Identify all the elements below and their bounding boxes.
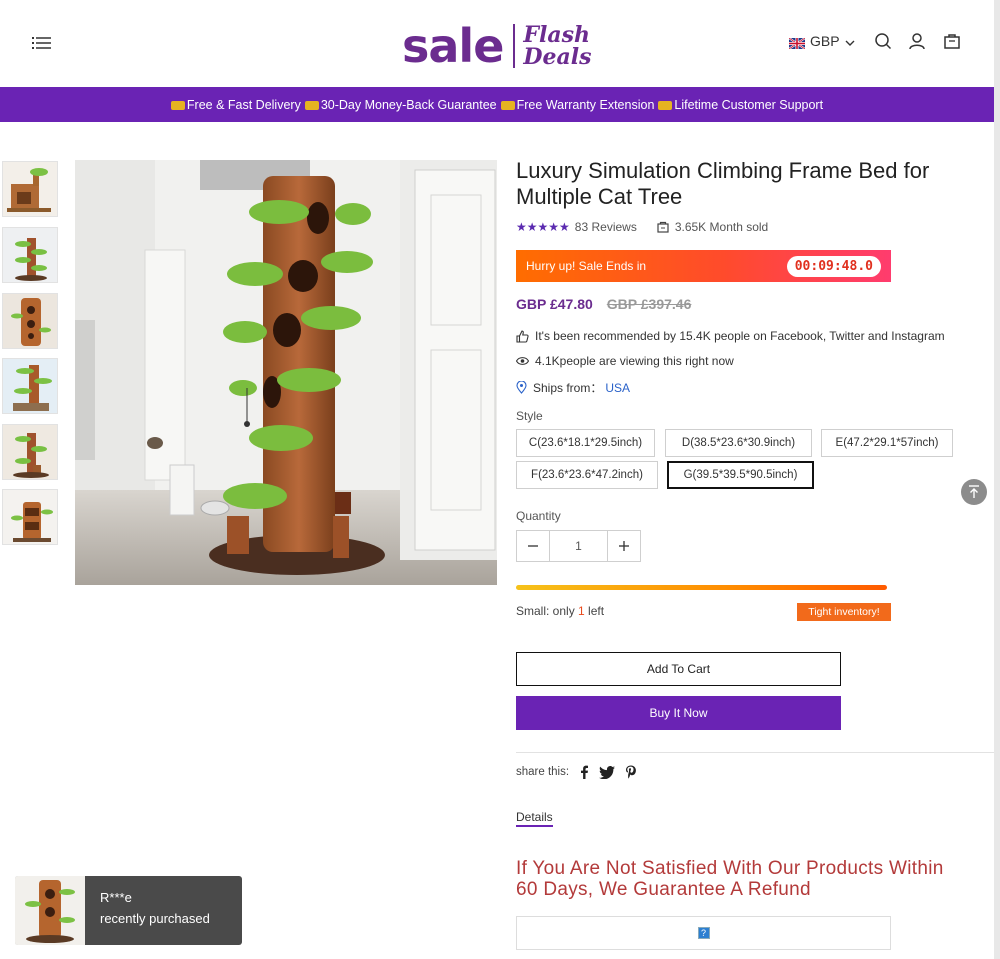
sale-countdown-banner: Hurry up! Sale Ends in 00:09:48.0 xyxy=(516,250,891,282)
sold-text: 3.65K Month sold xyxy=(674,220,769,234)
share-row: share this: xyxy=(516,765,637,779)
style-option-selected[interactable]: G(39.5*39.5*90.5inch) xyxy=(667,461,814,489)
style-option[interactable]: E(47.2*29.1*57inch) xyxy=(821,429,953,457)
style-option[interactable]: C(23.6*18.1*29.5inch) xyxy=(516,429,655,457)
style-option[interactable]: F(23.6*23.6*47.2inch) xyxy=(516,461,658,489)
buy-now-button[interactable]: Buy It Now xyxy=(516,696,841,730)
shop-icon xyxy=(657,221,669,233)
tab-details[interactable]: Details xyxy=(516,810,553,827)
menu-icon[interactable] xyxy=(32,35,52,51)
truck-icon xyxy=(304,100,319,110)
truck-icon xyxy=(500,100,515,110)
logo-flash-text: Flash xyxy=(523,22,591,48)
buyer-name: R***e xyxy=(100,890,132,905)
share-label: share this: xyxy=(516,766,570,778)
ships-from-label: Ships from： xyxy=(533,381,603,395)
style-option[interactable]: D(38.5*23.6*30.9inch) xyxy=(665,429,812,457)
popup-product-image xyxy=(15,876,85,945)
currency-selector[interactable]: GBP xyxy=(788,33,855,50)
tight-inventory-badge: Tight inventory! xyxy=(797,603,891,621)
announcement-item: Free Warranty Extension xyxy=(500,97,655,112)
product-thumbnail[interactable] xyxy=(2,227,58,283)
product-thumbnail[interactable] xyxy=(2,489,58,545)
eye-icon xyxy=(516,357,529,365)
product-thumbnail[interactable] xyxy=(2,358,58,414)
plus-icon[interactable] xyxy=(608,531,640,561)
currency-label: GBP xyxy=(810,33,840,49)
price-row: GBP £47.80 GBP £397.46 xyxy=(516,296,691,312)
guarantee-heading: If You Are Not Satisfied With Our Produc… xyxy=(516,858,944,900)
search-icon[interactable] xyxy=(874,32,892,50)
announcement-item: Free & Fast Delivery xyxy=(170,97,301,112)
facebook-icon[interactable] xyxy=(579,765,589,779)
product-thumbnail[interactable] xyxy=(2,161,58,217)
rating-row: ★★★★★ 83 Reviews 3.65K Month sold xyxy=(516,220,768,234)
style-label: Style xyxy=(516,409,543,423)
star-rating: ★★★★★ xyxy=(516,220,570,234)
twitter-icon[interactable] xyxy=(599,765,616,779)
original-price: GBP £397.46 xyxy=(606,296,692,312)
ships-from-country[interactable]: USA xyxy=(605,381,630,395)
logo-wordmark: sale xyxy=(402,19,504,73)
announcement-text: Free Warranty Extension xyxy=(516,97,655,112)
site-header: sale Flash Deals GBP xyxy=(0,0,994,87)
broken-image-icon: ? xyxy=(697,927,710,939)
current-price: GBP £47.80 xyxy=(516,296,593,312)
purchase-action: recently purchased xyxy=(100,911,210,926)
countdown-timer: 00:09:48.0 xyxy=(786,255,881,277)
truck-icon xyxy=(658,100,673,110)
quantity-stepper: 1 xyxy=(516,530,641,562)
cart-icon[interactable] xyxy=(943,32,961,50)
viewers-line: 4.1Kpeople are viewing this right now xyxy=(516,354,734,368)
minus-icon[interactable] xyxy=(517,531,549,561)
uk-flag-icon xyxy=(788,36,806,50)
logo-subtitle: Flash Deals xyxy=(523,24,591,68)
review-count[interactable]: 83 Reviews xyxy=(575,220,637,234)
recent-purchase-popup[interactable]: R***e recently purchased xyxy=(15,876,242,945)
arrow-up-icon xyxy=(969,485,979,498)
inventory-text: Small: only 1 left xyxy=(516,604,604,618)
scroll-to-top-button[interactable] xyxy=(961,479,987,505)
viewers-text: 4.1Kpeople are viewing this right now xyxy=(535,354,734,368)
popup-text: R***e recently purchased xyxy=(85,876,210,945)
product-main-image[interactable] xyxy=(75,160,497,585)
add-to-cart-button[interactable]: Add To Cart xyxy=(516,652,841,686)
thumbs-up-icon xyxy=(516,329,529,343)
inventory-suffix: left xyxy=(584,604,605,618)
announcement-item: 30-Day Money-Back Guarantee xyxy=(304,97,497,112)
sold-count: 3.65K Month sold xyxy=(657,220,768,234)
account-icon[interactable] xyxy=(908,32,926,50)
quantity-label: Quantity xyxy=(516,509,561,523)
pinterest-icon[interactable] xyxy=(625,765,637,779)
quantity-input[interactable]: 1 xyxy=(549,531,608,561)
scrollbar[interactable] xyxy=(994,0,1000,959)
sale-ends-label: Hurry up! Sale Ends in xyxy=(526,259,647,273)
inventory-count: 1 xyxy=(578,604,585,618)
announcement-item: Lifetime Customer Support xyxy=(658,98,823,112)
announcement-text: Lifetime Customer Support xyxy=(674,97,824,112)
recommendation-line: It's been recommended by 15.4K people on… xyxy=(516,329,945,343)
product-thumbnail[interactable] xyxy=(2,293,58,349)
logo-deals-text: Deals xyxy=(523,44,592,70)
recommendation-text: It's been recommended by 15.4K people on… xyxy=(535,329,945,343)
truck-icon xyxy=(170,100,185,110)
product-title: Luxury Simulation Climbing Frame Bed for… xyxy=(516,158,930,209)
ships-from-line: Ships from： USA xyxy=(516,379,630,396)
divider xyxy=(516,752,994,753)
chevron-down-icon xyxy=(845,33,855,49)
broken-image-placeholder: ? xyxy=(516,916,891,950)
logo-divider xyxy=(513,24,516,68)
site-logo[interactable]: sale Flash Deals xyxy=(402,20,591,72)
announcement-text: 30-Day Money-Back Guarantee xyxy=(320,97,497,112)
inventory-prefix: Small: only xyxy=(516,604,579,618)
announcement-text: Free & Fast Delivery xyxy=(186,97,301,112)
announcement-bar: Free & Fast Delivery 30-Day Money-Back G… xyxy=(0,87,994,122)
inventory-progress-bar xyxy=(516,585,887,590)
product-thumbnail[interactable] xyxy=(2,424,58,480)
location-pin-icon xyxy=(516,381,527,394)
